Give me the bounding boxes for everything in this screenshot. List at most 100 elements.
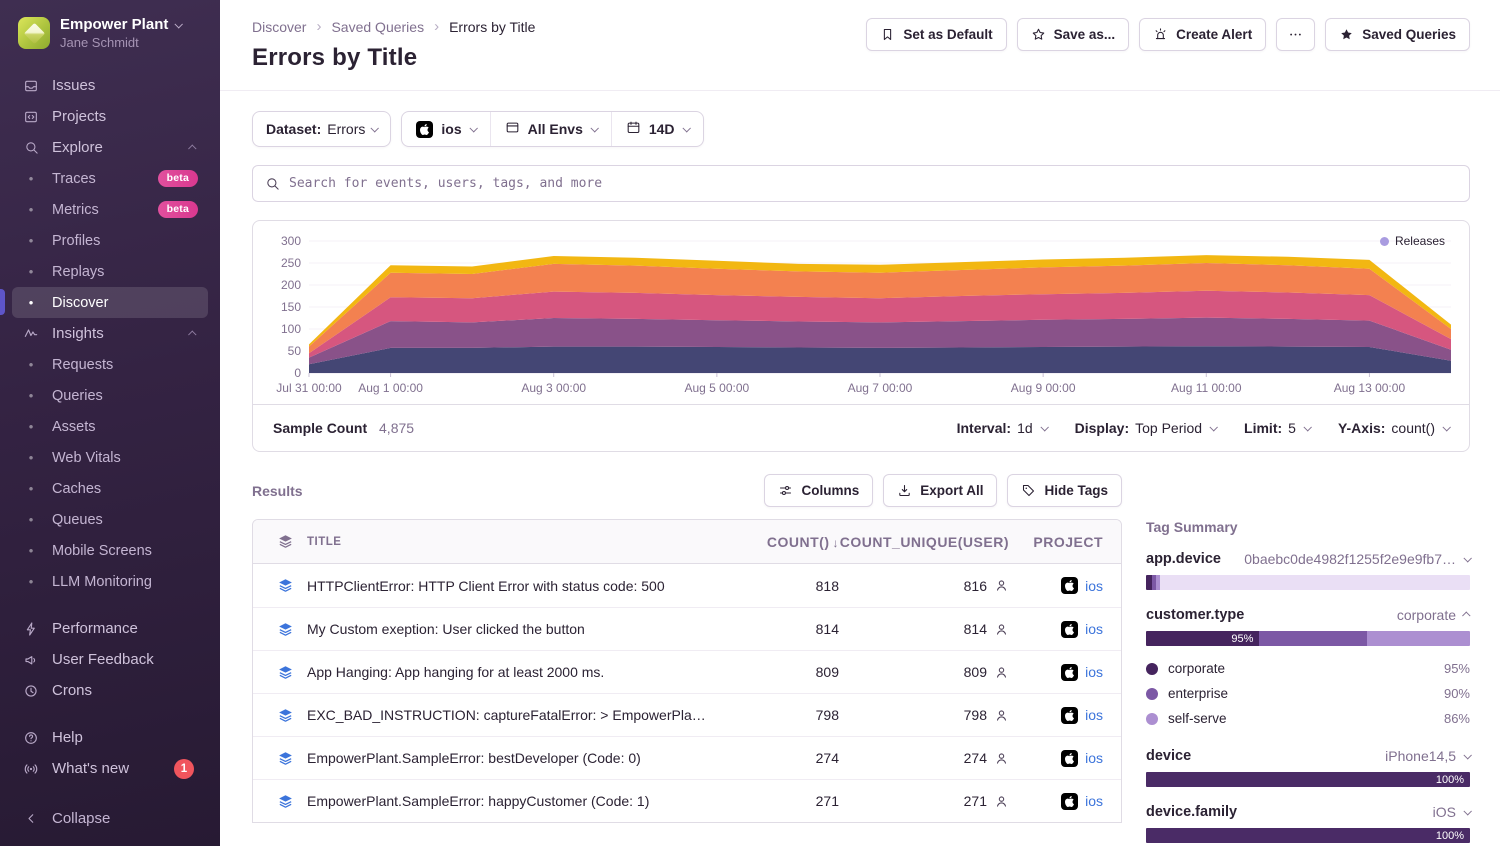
error-title[interactable]: EmpowerPlant.SampleError: happyCustomer …	[307, 793, 719, 809]
saved-queries-button[interactable]: Saved Queries	[1325, 18, 1470, 51]
tag-breakdown-row[interactable]: enterprise 90%	[1146, 681, 1470, 706]
count-unique-value: 816	[964, 578, 987, 594]
breadcrumb-separator-icon: ›	[316, 18, 321, 35]
layers-icon[interactable]	[263, 793, 307, 810]
y-axis-control[interactable]: Y-Axis: count()	[1338, 420, 1449, 436]
create-alert-button[interactable]: Create Alert	[1139, 18, 1266, 51]
layers-icon[interactable]	[263, 707, 307, 724]
sidebar-item-issues[interactable]: Issues	[12, 70, 208, 101]
display-control[interactable]: Display: Top Period	[1075, 420, 1216, 436]
interval-control[interactable]: Interval: 1d	[957, 420, 1047, 436]
bullet-icon: •	[22, 264, 40, 279]
filter-all-envs[interactable]: All Envs	[491, 112, 612, 146]
error-title[interactable]: EXC_BAD_INSTRUCTION: captureFatalError: …	[307, 707, 719, 723]
svg-text:Aug 1 00:00: Aug 1 00:00	[358, 381, 423, 395]
sidebar-item-caches[interactable]: •Caches	[12, 473, 208, 504]
sidebar-gap	[12, 706, 208, 722]
limit-control[interactable]: Limit: 5	[1244, 420, 1310, 436]
tag-top-value[interactable]: iPhone14,5	[1385, 748, 1470, 764]
sidebar-item-mobile-screens[interactable]: •Mobile Screens	[12, 535, 208, 566]
dataset-selector[interactable]: Dataset: Errors	[252, 111, 391, 147]
sidebar-item-requests[interactable]: •Requests	[12, 349, 208, 380]
tag-value-text: iOS	[1433, 804, 1456, 820]
column-count[interactable]: COUNT()↓	[719, 534, 839, 550]
hide-tags-button[interactable]: Hide Tags	[1007, 474, 1122, 507]
error-title[interactable]: My Custom exeption: User clicked the but…	[307, 621, 719, 637]
project-link[interactable]: ios	[1085, 707, 1103, 723]
tag-distribution-bar[interactable]: 95%	[1146, 631, 1470, 646]
columns-button[interactable]: Columns	[764, 474, 873, 507]
chevron-down-icon	[590, 124, 598, 132]
tag-distribution-bar[interactable]	[1146, 575, 1470, 590]
sidebar-item-assets[interactable]: •Assets	[12, 411, 208, 442]
table-row[interactable]: HTTPClientError: HTTP Client Error with …	[253, 564, 1121, 607]
project-link[interactable]: ios	[1085, 621, 1103, 637]
bullet-icon: •	[22, 295, 40, 310]
events-over-time-chart[interactable]: Releases 050100150200250300Jul 31 00:00A…	[253, 221, 1469, 404]
tag-breakdown-row[interactable]: corporate 95%	[1146, 656, 1470, 681]
table-row[interactable]: App Hanging: App hanging for at least 20…	[253, 650, 1121, 693]
breadcrumb-saved-queries[interactable]: Saved Queries	[331, 19, 424, 35]
more-button[interactable]	[1276, 18, 1315, 51]
sidebar-item-crons[interactable]: Crons	[12, 675, 208, 706]
sidebar-item-what-s-new[interactable]: What's new1	[12, 753, 208, 784]
sidebar-item-label: Requests	[52, 357, 113, 373]
tag-breakdown-row[interactable]: self-serve 86%	[1146, 706, 1470, 731]
sidebar-item-metrics[interactable]: •Metricsbeta	[12, 194, 208, 225]
table-row[interactable]: EmpowerPlant.SampleError: happyCustomer …	[253, 779, 1121, 822]
tag-top-value[interactable]: iOS	[1433, 804, 1470, 820]
error-title[interactable]: EmpowerPlant.SampleError: bestDeveloper …	[307, 750, 719, 766]
save-as-button[interactable]: Save as...	[1017, 18, 1130, 51]
layers-icon[interactable]	[263, 750, 307, 767]
sidebar-item-profiles[interactable]: •Profiles	[12, 225, 208, 256]
tag-distribution-bar[interactable]: 100%	[1146, 828, 1470, 843]
tag-summary-panel: Tag Summary app.device 0baebc0de4982f125…	[1146, 519, 1470, 846]
column-project[interactable]: PROJECT	[1009, 534, 1121, 550]
sidebar-item-web-vitals[interactable]: •Web Vitals	[12, 442, 208, 473]
sidebar-item-user-feedback[interactable]: User Feedback	[12, 644, 208, 675]
filter-ios[interactable]: ios	[402, 112, 490, 146]
project-link[interactable]: ios	[1085, 578, 1103, 594]
tag-name: device.family	[1146, 804, 1237, 820]
tag-card-app-device: app.device 0baebc0de4982f1255f2e9e9fb7…	[1146, 551, 1470, 590]
sidebar-item-performance[interactable]: Performance	[12, 613, 208, 644]
table-row[interactable]: EXC_BAD_INSTRUCTION: captureFatalError: …	[253, 693, 1121, 736]
column-title[interactable]: TITLE	[307, 536, 719, 548]
sidebar-item-insights[interactable]: Insights	[12, 318, 208, 349]
sidebar-item-projects[interactable]: Projects	[12, 101, 208, 132]
table-row[interactable]: EmpowerPlant.SampleError: bestDeveloper …	[253, 736, 1121, 779]
sidebar-item-label: Assets	[52, 419, 96, 435]
project-link[interactable]: ios	[1085, 793, 1103, 809]
sidebar-item-help[interactable]: Help	[12, 722, 208, 753]
sidebar-item-queues[interactable]: •Queues	[12, 504, 208, 535]
search-input[interactable]	[289, 176, 1457, 191]
column-count-unique-user[interactable]: COUNT_UNIQUE(USER)	[839, 534, 1009, 550]
project-link[interactable]: ios	[1085, 750, 1103, 766]
sidebar-item-llm-monitoring[interactable]: •LLM Monitoring	[12, 566, 208, 597]
layers-icon	[263, 533, 307, 550]
sidebar-item-queries[interactable]: •Queries	[12, 380, 208, 411]
filter-14d[interactable]: 14D	[612, 112, 703, 146]
breadcrumb-discover[interactable]: Discover	[252, 19, 306, 35]
tag-distribution-bar[interactable]: 100%	[1146, 772, 1470, 787]
error-title[interactable]: App Hanging: App hanging for at least 20…	[307, 664, 719, 680]
error-title[interactable]: HTTPClientError: HTTP Client Error with …	[307, 578, 719, 594]
tag-top-value[interactable]: corporate	[1397, 607, 1470, 623]
layers-icon[interactable]	[263, 664, 307, 681]
sidebar-item-traces[interactable]: •Tracesbeta	[12, 163, 208, 194]
project-link[interactable]: ios	[1085, 664, 1103, 680]
sidebar-item-replays[interactable]: •Replays	[12, 256, 208, 287]
tag-top-value[interactable]: 0baebc0de4982f1255f2e9e9fb7…	[1244, 551, 1470, 567]
sidebar-item-discover[interactable]: •Discover	[12, 287, 208, 318]
sidebar-collapse-button[interactable]: Collapse	[12, 803, 120, 834]
layers-icon[interactable]	[263, 621, 307, 638]
sidebar-item-explore[interactable]: Explore	[12, 132, 208, 163]
tag-bar-segment: 100%	[1146, 772, 1470, 787]
chart-legend-releases[interactable]: Releases	[1380, 234, 1445, 248]
org-switcher[interactable]: Empower Plant Jane Schmidt	[0, 0, 220, 64]
layers-icon[interactable]	[263, 577, 307, 594]
export-all-button[interactable]: Export All	[883, 474, 997, 507]
sidebar-item-label: Issues	[52, 77, 95, 94]
table-row[interactable]: My Custom exeption: User clicked the but…	[253, 607, 1121, 650]
set-as-default-button[interactable]: Set as Default	[866, 18, 1006, 51]
